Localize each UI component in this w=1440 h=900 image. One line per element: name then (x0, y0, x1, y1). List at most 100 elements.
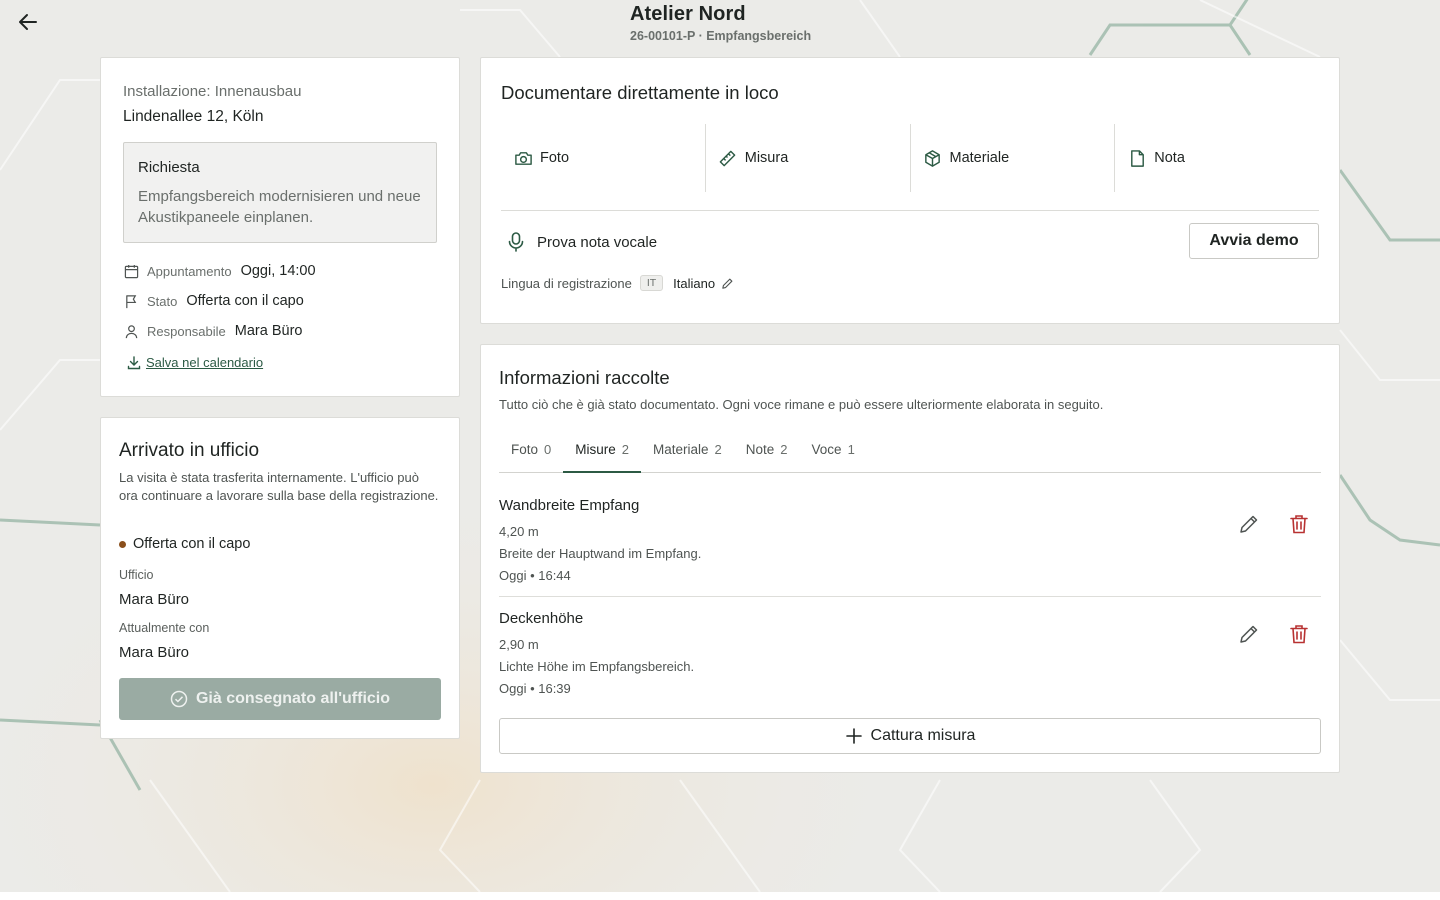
current-key: Attualmente con (119, 621, 210, 635)
tab-count: 0 (544, 442, 552, 457)
user-icon (123, 323, 139, 339)
ruler-icon (718, 148, 738, 168)
status-row: Stato Offerta con il capo (123, 291, 304, 311)
tile-photo[interactable]: Foto (501, 124, 706, 192)
package-icon (923, 148, 943, 168)
request-box: Richiesta Empfangsbereich modernisieren … (123, 142, 437, 243)
installation-label: Installazione: Innenausbau (123, 83, 302, 100)
entry-title: Wandbreite Empfang (499, 497, 640, 514)
office-status-label: Offerta con il capo (133, 536, 251, 552)
list-item: Deckenhöhe 2,90 m Lichte Höhe im Empfang… (499, 596, 1321, 707)
tab-label: Materiale (653, 442, 709, 457)
documentation-title: Documentare direttamente in loco (501, 82, 779, 103)
start-demo-button[interactable]: Avvia demo (1189, 223, 1319, 259)
divider (501, 210, 1319, 211)
trash-icon (1290, 625, 1308, 644)
tile-measure-label: Misura (744, 150, 789, 166)
collected-title: Informazioni raccolte (499, 367, 670, 388)
tab-label: Note (745, 442, 775, 457)
language-code-badge: IT (639, 275, 664, 291)
voice-note-label: Prova nota vocale (537, 233, 658, 251)
calendar-icon (123, 263, 139, 279)
arrow-left-icon (19, 14, 37, 30)
status-dot (119, 540, 126, 548)
tab-notes[interactable]: Note 2 (734, 435, 800, 473)
installation-info-card: Installazione: Innenausbau Lindenallee 1… (100, 57, 460, 397)
entry-value: 2,90 m (499, 637, 539, 652)
pencil-icon (1240, 515, 1258, 533)
page-title: Atelier Nord (630, 3, 746, 25)
entry-value: 4,20 m (499, 524, 539, 539)
tile-photo-label: Foto (540, 150, 570, 166)
tab-measures[interactable]: Misure 2 (563, 435, 641, 473)
camera-icon (513, 148, 533, 168)
collected-subtitle: Tutto ciò che è già stato documentato. O… (499, 397, 1104, 412)
appointment-value: Oggi, 14:00 (240, 263, 316, 279)
entry-title: Deckenhöhe (499, 610, 584, 627)
collected-info-card: Informazioni raccolte Tutto ciò che è gi… (480, 344, 1340, 773)
download-icon (127, 355, 141, 369)
delivered-button-label: Già consegnato all'ufficio (195, 690, 391, 707)
tab-voice[interactable]: Voce 1 (800, 435, 867, 473)
note-icon (1127, 148, 1147, 168)
check-circle-icon (170, 690, 188, 708)
entry-description: Breite der Hauptwand im Empfang. (499, 546, 702, 561)
flag-icon (123, 293, 139, 309)
collected-tabs: Foto 0 Misure 2 Materiale 2 Note 2 Voce 1 (499, 435, 1321, 473)
owner-value: Mara Büro (234, 323, 303, 339)
office-description: La visita è stata trasferita internament… (119, 470, 439, 503)
save-calendar-label: Salva nel calendario (146, 355, 264, 370)
back-button[interactable] (14, 8, 42, 36)
plus-icon (845, 728, 862, 744)
delete-button[interactable] (1286, 511, 1312, 537)
tab-count: 2 (780, 442, 788, 457)
save-calendar-link[interactable]: Salva nel calendario (127, 355, 263, 370)
entry-time: Oggi • 16:39 (499, 681, 571, 696)
bottom-strip (0, 892, 1440, 900)
list-item: Wandbreite Empfang 4,20 m Breite der Hau… (499, 497, 1321, 608)
appointment-key: Appuntamento (147, 263, 232, 279)
current-value: Mara Büro (119, 644, 190, 661)
tile-material-label: Materiale (949, 150, 1010, 166)
capture-measure-button[interactable]: Cattura misura (499, 718, 1321, 754)
page-subtitle: 26-00101-P · Empfangsbereich (630, 29, 812, 43)
office-title: Arrivato in ufficio (119, 440, 260, 461)
delivered-button[interactable]: Già consegnato all'ufficio (119, 678, 441, 720)
tile-measure[interactable]: Misura (706, 124, 911, 192)
page-header: Atelier Nord 26-00101-P · Empfangsbereic… (630, 3, 811, 43)
language-name: Italiano (673, 275, 716, 291)
capture-measure-label: Cattura misura (870, 727, 976, 744)
tile-material[interactable]: Materiale (911, 124, 1116, 192)
status-value: Offerta con il capo (186, 293, 304, 309)
recording-language-label: Lingua di registrazione (501, 275, 632, 291)
delete-button[interactable] (1286, 621, 1312, 647)
pencil-icon (1240, 625, 1258, 643)
voice-note-trigger[interactable]: Prova nota vocale (505, 231, 657, 253)
owner-row: Responsabile Mara Büro (123, 321, 302, 341)
tile-note[interactable]: Nota (1115, 124, 1319, 192)
trash-icon (1290, 515, 1308, 534)
tab-material[interactable]: Materiale 2 (641, 435, 734, 473)
owner-key: Responsabile (147, 323, 226, 339)
office-status: Offerta con il capo (119, 536, 250, 552)
tab-label: Foto (511, 442, 539, 457)
entry-description: Lichte Höhe im Empfangsbereich. (499, 659, 695, 674)
status-key: Stato (147, 293, 178, 309)
microphone-icon (508, 232, 524, 252)
documentation-card: Documentare direttamente in loco Foto Mi… (480, 57, 1340, 324)
edit-button[interactable] (1236, 621, 1262, 647)
tab-count: 1 (847, 442, 855, 457)
office-value: Mara Büro (119, 591, 190, 608)
edit-button[interactable] (1236, 511, 1262, 537)
tile-note-label: Nota (1154, 150, 1185, 166)
tab-count: 2 (621, 442, 629, 457)
tab-photos[interactable]: Foto 0 (499, 435, 563, 473)
office-key: Ufficio (119, 568, 154, 582)
tab-label: Voce (811, 442, 842, 457)
tab-count: 2 (714, 442, 722, 457)
entry-time: Oggi • 16:44 (499, 568, 571, 583)
request-title: Richiesta (138, 159, 200, 176)
capture-tiles: Foto Misura Materiale Nota (501, 124, 1319, 192)
tab-label: Misure (575, 442, 616, 457)
pencil-icon[interactable] (721, 277, 734, 290)
